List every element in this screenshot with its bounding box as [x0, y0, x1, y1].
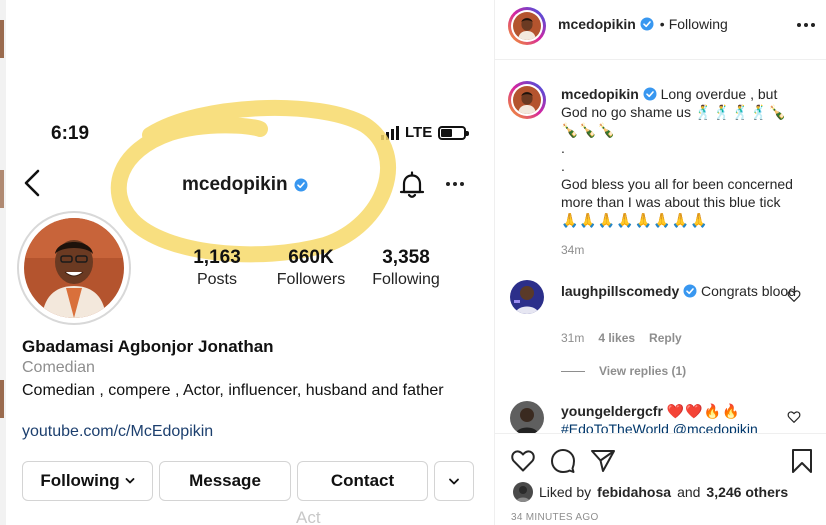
- comment-avatar[interactable]: [510, 280, 544, 314]
- bookmark-icon[interactable]: [789, 448, 815, 474]
- profile-username: mcedopikin: [182, 174, 308, 196]
- liked-by-connector: and: [677, 484, 701, 500]
- following-button-label: Following: [40, 471, 120, 490]
- contact-button-label: Contact: [330, 471, 395, 490]
- comment-text: youngeldergcfr ❤️❤️🔥🔥 #EdoToTheWorld @mc…: [561, 402, 801, 433]
- verified-icon: [683, 284, 697, 298]
- replies-divider: [561, 370, 585, 372]
- post-panel: mcedopikin • Following mcedopikin Long o…: [494, 0, 826, 525]
- activation-watermark: Act: [296, 508, 321, 525]
- more-options-icon[interactable]: [797, 23, 815, 27]
- caption-time[interactable]: 34m: [561, 243, 584, 257]
- left-edge-strip: [0, 0, 6, 525]
- profile-category: Comedian: [22, 359, 95, 376]
- stat-following[interactable]: 3,358 Following: [366, 247, 446, 289]
- view-replies-label: View replies (1): [599, 364, 687, 378]
- suggested-dropdown-button[interactable]: [434, 461, 474, 501]
- liked-by: Liked by febidahosa and 3,246 others: [513, 482, 788, 502]
- header-avatar[interactable]: [508, 7, 546, 45]
- comment-body: Congrats blood: [701, 283, 796, 299]
- comment-likes[interactable]: 4 likes: [598, 331, 635, 345]
- caption-dot: .: [561, 140, 565, 156]
- status-indicators: LTE: [381, 124, 470, 141]
- reply-button[interactable]: Reply: [649, 331, 682, 345]
- post-actions: Liked by febidahosa and 3,246 others 34 …: [495, 433, 826, 525]
- avatar-photo: [513, 86, 541, 114]
- header-separator: •: [659, 16, 665, 32]
- liked-by-prefix: Liked by: [539, 484, 592, 500]
- chevron-down-icon: [125, 478, 135, 484]
- network-label: LTE: [405, 124, 433, 141]
- comment-username[interactable]: laughpillscomedy: [561, 283, 679, 299]
- caption-text: mcedopikin Long overdue , but God no go …: [561, 85, 801, 229]
- caption-emoji: 🙏🙏🙏🙏🙏🙏🙏🙏: [561, 212, 709, 228]
- stat-label: Followers: [276, 271, 346, 288]
- caption-dot: .: [561, 158, 565, 174]
- verified-icon: [640, 17, 654, 31]
- liked-by-others[interactable]: 3,246 others: [706, 484, 788, 500]
- profile-bio: Comedian , compere , Actor, influencer, …: [22, 382, 444, 399]
- stat-value: 3,358: [382, 247, 430, 268]
- header-username-row: mcedopikin • Following: [558, 16, 728, 32]
- stat-value: 660K: [288, 247, 334, 268]
- profile-full-name: Gbadamasi Agbonjor Jonathan: [22, 337, 274, 356]
- more-icon[interactable]: [446, 182, 464, 186]
- stat-value: 1,163: [193, 247, 241, 268]
- comments-area: mcedopikin Long overdue , but God no go …: [495, 61, 826, 433]
- comment-emoji: ❤️❤️🔥🔥: [666, 403, 741, 419]
- avatar-photo: [513, 482, 533, 502]
- heart-icon[interactable]: [787, 410, 801, 424]
- verified-icon: [643, 87, 657, 101]
- profile-username-text: mcedopikin: [182, 174, 288, 195]
- comment-text: laughpillscomedy Congrats blood: [561, 282, 801, 300]
- avatar-photo: [24, 218, 124, 318]
- verified-icon: [294, 178, 308, 192]
- status-time: 6:19: [51, 123, 90, 144]
- battery-icon: [438, 125, 470, 140]
- stat-label: Posts: [196, 271, 237, 288]
- edge-mark: [0, 380, 4, 418]
- edge-mark: [0, 20, 4, 58]
- avatar-photo: [513, 12, 541, 40]
- post-time-ago[interactable]: 34 MINUTES AGO: [511, 512, 599, 523]
- avatar-photo: [510, 401, 544, 433]
- heart-icon[interactable]: [787, 289, 801, 303]
- stat-label: Following: [372, 271, 440, 288]
- profile-screenshot: 6:19 LTE mcedopikin 1,163 Posts 660K Fol…: [0, 0, 494, 525]
- caption-line2: God bless you all for been concerned mor…: [561, 176, 793, 210]
- avatar-photo: [510, 280, 544, 314]
- message-button-label: Message: [189, 471, 261, 490]
- caption-avatar[interactable]: [508, 81, 546, 119]
- header-follow-status[interactable]: Following: [669, 16, 728, 32]
- comment-time[interactable]: 31m: [561, 331, 584, 345]
- following-button[interactable]: Following: [22, 461, 153, 501]
- caption-username[interactable]: mcedopikin: [561, 86, 639, 102]
- signal-icon: [381, 125, 399, 140]
- comment-meta: 31m 4 likes Reply: [561, 331, 682, 345]
- profile-avatar[interactable]: [17, 211, 131, 325]
- back-icon[interactable]: [20, 168, 46, 198]
- chevron-down-icon: [449, 478, 459, 484]
- share-icon[interactable]: [590, 448, 616, 474]
- stat-followers[interactable]: 660K Followers: [272, 247, 350, 289]
- stat-posts[interactable]: 1,163 Posts: [189, 247, 245, 289]
- heart-icon[interactable]: [510, 448, 536, 474]
- comment-icon[interactable]: [550, 448, 576, 474]
- message-button[interactable]: Message: [159, 461, 291, 501]
- edge-mark: [0, 170, 4, 208]
- comment-username[interactable]: youngeldergcfr: [561, 403, 663, 419]
- bell-icon[interactable]: [398, 170, 426, 200]
- header-username[interactable]: mcedopikin: [558, 16, 636, 32]
- profile-link[interactable]: youtube.com/c/McEdopikin: [22, 423, 213, 441]
- post-header: mcedopikin • Following: [495, 0, 826, 60]
- liked-by-user[interactable]: febidahosa: [597, 484, 671, 500]
- comment-avatar[interactable]: [510, 401, 544, 433]
- liker-avatar[interactable]: [513, 482, 533, 502]
- view-replies-button[interactable]: View replies (1): [561, 364, 686, 378]
- comment-tags[interactable]: #EdoToTheWorld @mcedopikin: [561, 420, 801, 433]
- caption-meta: 34m: [561, 243, 584, 257]
- contact-button[interactable]: Contact: [297, 461, 428, 501]
